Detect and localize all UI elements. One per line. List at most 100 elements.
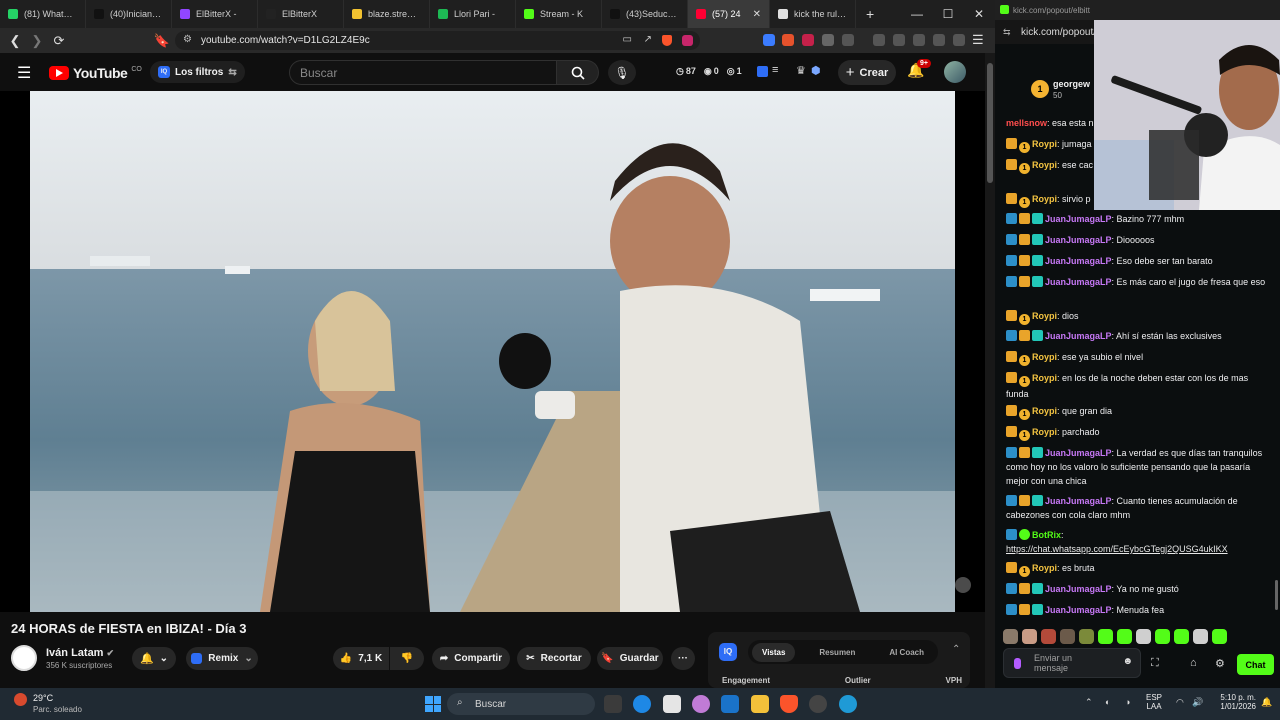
copilot-icon[interactable]	[692, 695, 710, 713]
chat-username[interactable]: Roypi	[1032, 194, 1057, 204]
chat-username[interactable]: Roypi	[1032, 352, 1057, 362]
chat-username[interactable]: BotRix	[1032, 530, 1061, 540]
brave-shields-icon[interactable]	[662, 35, 672, 46]
chat-username[interactable]: JuanJumagaLP	[1045, 496, 1112, 506]
taskbar-search[interactable]: ⌕ Buscar	[447, 693, 595, 715]
extension-icon[interactable]	[782, 34, 794, 46]
video-player[interactable]	[0, 91, 985, 612]
share-button[interactable]: ➦ Compartir	[432, 647, 510, 670]
chat-username[interactable]: JuanJumagaLP	[1045, 235, 1112, 245]
vidiq-tab[interactable]: Resumen	[809, 643, 865, 662]
url-field[interactable]: ⚙ youtube.com/watch?v=D1LG2LZ4E9c ▭ ↗	[175, 31, 700, 50]
chat-settings-icon[interactable]: ⚙	[1215, 657, 1225, 670]
bookmark-icon[interactable]: 🔖	[151, 30, 173, 52]
browser-tab[interactable]: kick the rules t	[770, 0, 856, 28]
account-avatar[interactable]	[944, 61, 966, 83]
youtube-logo[interactable]: YouTube CO	[49, 65, 142, 81]
edge-icon[interactable]	[633, 695, 651, 713]
emote-icon[interactable]	[1212, 629, 1227, 644]
browser-tab[interactable]: blaze.stream/s	[344, 0, 430, 28]
emote-icon[interactable]	[1193, 629, 1208, 644]
media-icon[interactable]	[873, 34, 885, 46]
more-actions-button[interactable]: ···	[671, 647, 695, 670]
reload-button[interactable]: ⟳	[48, 30, 70, 52]
rocket-icon[interactable]: ⬢	[811, 64, 821, 77]
puzzle-extension-icon[interactable]	[822, 34, 834, 46]
brave-rewards-icon[interactable]	[682, 35, 693, 46]
search-input[interactable]: Buscar	[289, 60, 557, 85]
language-indicator[interactable]: ESP LAA	[1146, 693, 1162, 711]
menu-icon[interactable]: ☰	[972, 32, 984, 48]
dislike-button[interactable]: 👎	[390, 647, 424, 670]
tray-app2-icon[interactable]: ◑	[1125, 697, 1130, 707]
emote-icon[interactable]	[1136, 629, 1151, 644]
emote-icon[interactable]	[1060, 629, 1075, 644]
chat-username[interactable]: Roypi	[1032, 373, 1057, 383]
chat-link[interactable]: https://chat.whatsapp.com/EcEybcGTegj2QU…	[1006, 544, 1228, 554]
create-button[interactable]: + Crear	[838, 60, 896, 85]
outlook-icon[interactable]	[721, 695, 739, 713]
save-button[interactable]: 🔖 Guardar	[597, 647, 663, 670]
tray-app-icon[interactable]: ◐	[1105, 697, 1110, 707]
vidiq-tab[interactable]: AI Coach	[879, 643, 934, 662]
close-tab-icon[interactable]: ✕	[753, 9, 761, 20]
search-button[interactable]	[557, 60, 599, 85]
emote-icon[interactable]	[1079, 629, 1094, 644]
list-icon[interactable]: ≡	[772, 64, 778, 76]
chat-username[interactable]: JuanJumagaLP	[1045, 331, 1112, 341]
site-settings-icon[interactable]: ⚙	[183, 34, 192, 45]
send-chat-button[interactable]: Chat	[1237, 654, 1274, 675]
tray-chevron-icon[interactable]: ⌃	[1085, 697, 1093, 708]
notification-center-icon[interactable]: 🔔	[1261, 697, 1272, 708]
browser-tab[interactable]: Llori Pari -	[430, 0, 516, 28]
translate-extension-icon[interactable]	[763, 34, 775, 46]
volume-icon[interactable]: 🔊	[1192, 697, 1203, 708]
hamburger-icon[interactable]: ☰	[17, 63, 31, 83]
chat-message-input[interactable]: Enviar un mensaje ☻	[1003, 648, 1141, 678]
emoji-icon[interactable]: ☻	[1122, 657, 1133, 667]
back-button[interactable]: ❮	[4, 30, 26, 52]
brave-taskbar-icon[interactable]	[780, 695, 798, 713]
vidiq-toolbar-icon[interactable]	[757, 66, 768, 77]
browser-tab[interactable]: ElBitterX -	[172, 0, 258, 28]
clock[interactable]: 5:10 p. m. 1/01/2026	[1212, 693, 1256, 711]
channel-name[interactable]: Iván Latam ✔	[46, 647, 114, 659]
chat-username[interactable]: Roypi	[1032, 311, 1057, 321]
emote-icon[interactable]	[1098, 629, 1113, 644]
subscribe-bell-button[interactable]: 🔔 ⌄	[132, 647, 176, 670]
sidebar-icon[interactable]	[893, 34, 905, 46]
browser-tab[interactable]: (81) WhatsApp	[0, 0, 86, 28]
chat-users-icon[interactable]: ⛶	[1151, 657, 1159, 670]
emote-icon[interactable]	[1155, 629, 1170, 644]
windows-start-icon[interactable]	[425, 696, 441, 712]
leo-icon[interactable]	[933, 34, 945, 46]
extension-m-icon[interactable]	[802, 34, 814, 46]
chat-username[interactable]: JuanJumagaLP	[1045, 214, 1112, 224]
channel-avatar[interactable]	[11, 645, 37, 671]
browser-tab[interactable]: ElBitterX	[258, 0, 344, 28]
chat-username[interactable]: JuanJumagaLP	[1045, 584, 1112, 594]
new-tab-button[interactable]: +	[856, 6, 884, 22]
vpn-icon[interactable]	[953, 34, 965, 46]
gift-icon[interactable]: ⌂	[1190, 657, 1197, 669]
share-icon[interactable]: ↗	[644, 34, 652, 45]
maximize-button[interactable]: ☐	[932, 0, 964, 28]
emote-icon[interactable]	[1174, 629, 1189, 644]
emote-icon[interactable]	[1003, 629, 1018, 644]
emote-icon[interactable]	[1041, 629, 1056, 644]
chat-username[interactable]: Roypi	[1032, 563, 1057, 573]
browser-tab[interactable]: (43)SeduceLa	[602, 0, 688, 28]
chat-username[interactable]: JuanJumagaLP	[1045, 277, 1112, 287]
page-scrollbar[interactable]	[985, 53, 995, 688]
chat-username[interactable]: JuanJumagaLP	[1045, 256, 1112, 266]
weather-icon[interactable]	[14, 693, 27, 706]
close-window-button[interactable]: ✕	[963, 0, 995, 28]
store-icon[interactable]	[663, 695, 681, 713]
chat-username[interactable]: Roypi	[1032, 139, 1057, 149]
voice-search-button[interactable]: 🎙	[608, 60, 636, 85]
wifi-icon[interactable]: ◠	[1176, 697, 1184, 708]
file-explorer-icon[interactable]	[751, 695, 769, 713]
wallet-icon[interactable]	[913, 34, 925, 46]
emote-icon[interactable]	[1117, 629, 1132, 644]
browser-tab[interactable]: (40)Iniciando r	[86, 0, 172, 28]
